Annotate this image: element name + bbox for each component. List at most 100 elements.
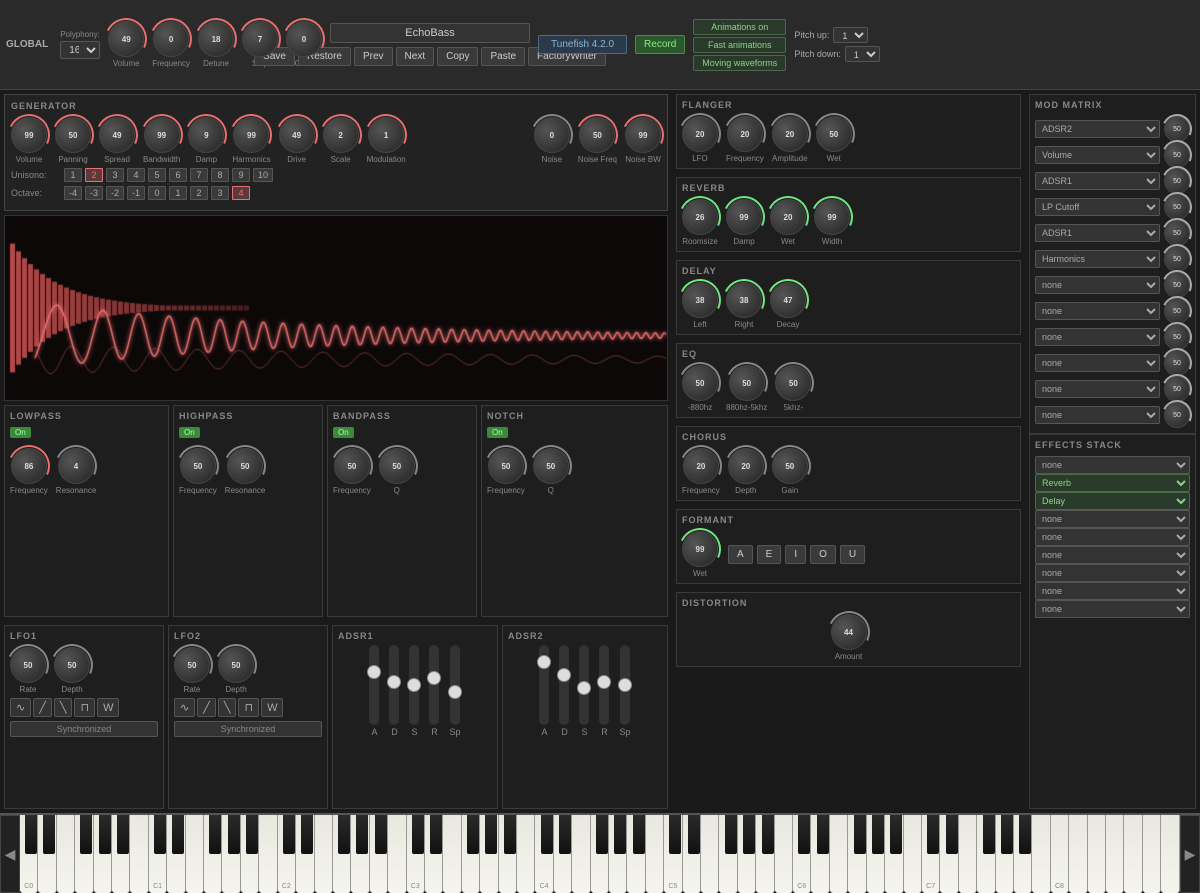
black-key-4[interactable]	[209, 815, 221, 854]
delay-decay-knob[interactable]: 47	[770, 282, 806, 318]
unisono-7[interactable]: 7	[190, 168, 208, 182]
distortion-amount-knob[interactable]: 44	[831, 614, 867, 650]
mod-matrix-select-7[interactable]: none ADSR1ADSR2Volume LP CutoffHarmonics…	[1035, 302, 1160, 320]
effect-select-6[interactable]: none ReverbDelayChorusFlangernone	[1035, 564, 1190, 582]
effect-select-3[interactable]: none ReverbDelayChorusFlangernone	[1035, 510, 1190, 528]
octave-1[interactable]: 1	[169, 186, 187, 200]
mod-matrix-select-4[interactable]: ADSR1 ADSR1ADSR2Volume LP CutoffHarmonic…	[1035, 224, 1160, 242]
black-key-4[interactable]	[246, 815, 258, 854]
white-key-44[interactable]	[830, 815, 848, 893]
lfo1-depth-knob[interactable]: 50	[54, 647, 90, 683]
chorus-gain-knob[interactable]: 50	[772, 448, 808, 484]
mod-matrix-select-1[interactable]: Volume ADSR1ADSR2Volume LP CutoffHarmoni…	[1035, 146, 1160, 164]
octave-n2[interactable]: -2	[106, 186, 124, 200]
white-key-2[interactable]	[57, 815, 75, 893]
animations-on-button[interactable]: Animations on	[693, 19, 786, 35]
black-key-9[interactable]	[338, 815, 350, 854]
lowpass-freq-knob[interactable]: 86	[11, 448, 47, 484]
formant-a-button[interactable]: A	[728, 545, 753, 564]
highpass-res-knob[interactable]: 50	[227, 448, 263, 484]
black-key-34[interactable]	[1019, 815, 1031, 854]
white-key-13[interactable]	[259, 815, 277, 893]
white-key-27[interactable]	[517, 815, 535, 893]
record-button[interactable]: Record	[635, 35, 685, 54]
mod-matrix-knob-3[interactable]: 50	[1164, 194, 1190, 220]
black-key-9[interactable]	[301, 815, 313, 854]
flanger-lfo-knob[interactable]: 20	[682, 116, 718, 152]
white-key-9[interactable]	[186, 815, 204, 893]
white-key-60[interactable]	[1124, 815, 1142, 893]
black-key-14[interactable]	[467, 815, 479, 854]
black-key-9[interactable]	[356, 815, 368, 854]
white-key-56[interactable]: C8	[1051, 815, 1069, 893]
black-key-4[interactable]	[172, 815, 184, 854]
black-key-24[interactable]	[762, 815, 774, 854]
lfo2-sine-btn[interactable]: ∿	[174, 698, 195, 717]
delay-left-knob[interactable]: 38	[682, 282, 718, 318]
paste-button[interactable]: Paste	[481, 47, 525, 66]
effect-select-4[interactable]: none ReverbDelayChorusFlangernone	[1035, 528, 1190, 546]
black-key-14[interactable]	[504, 815, 516, 854]
fast-animations-button[interactable]: Fast animations	[693, 37, 786, 53]
slop-knob[interactable]: 7	[242, 21, 278, 57]
reverb-width-knob[interactable]: 99	[814, 199, 850, 235]
white-key-58[interactable]	[1088, 815, 1106, 893]
mod-matrix-select-2[interactable]: ADSR1 ADSR1ADSR2Volume LP CutoffHarmonic…	[1035, 172, 1160, 190]
black-key-19[interactable]	[541, 815, 553, 854]
lfo1-sine-btn[interactable]: ∿	[10, 698, 31, 717]
gen-modulation-knob[interactable]: 1	[368, 117, 404, 153]
octave-4[interactable]: 4	[232, 186, 250, 200]
mod-matrix-knob-10[interactable]: 50	[1164, 376, 1190, 402]
effect-select-2[interactable]: Delay ReverbDelayChorusFlangernone	[1035, 492, 1190, 510]
piano-scroll-left[interactable]: ◀	[0, 815, 20, 893]
prev-button[interactable]: Prev	[354, 47, 393, 66]
octave-2[interactable]: 2	[190, 186, 208, 200]
gen-damp-knob[interactable]: 9	[188, 117, 224, 153]
mod-matrix-knob-1[interactable]: 50	[1164, 142, 1190, 168]
reverb-roomsize-knob[interactable]: 26	[682, 199, 718, 235]
black-key--1[interactable]	[43, 815, 55, 854]
polyphony-select[interactable]: 168432	[60, 41, 100, 59]
effect-select-7[interactable]: none ReverbDelayChorusFlangernone	[1035, 582, 1190, 600]
copy-button[interactable]: Copy	[437, 47, 478, 66]
gen-harmonics-knob[interactable]: 99	[233, 117, 269, 153]
black-key-19[interactable]	[614, 815, 626, 854]
black-key-14[interactable]	[430, 815, 442, 854]
lfo1-saw-btn[interactable]: ╱	[33, 698, 52, 717]
black-key-24[interactable]	[669, 815, 681, 854]
mod-matrix-knob-7[interactable]: 50	[1164, 298, 1190, 324]
adsr2-d-slider[interactable]	[559, 645, 569, 725]
formant-o-button[interactable]: O	[810, 545, 836, 564]
mod-matrix-select-6[interactable]: none ADSR1ADSR2Volume LP CutoffHarmonics…	[1035, 276, 1160, 294]
effect-select-0[interactable]: none ReverbDelayChorusFlangernone	[1035, 456, 1190, 474]
black-key-19[interactable]	[596, 815, 608, 854]
lfo2-ramp-btn[interactable]: ╲	[218, 698, 237, 717]
mod-matrix-knob-2[interactable]: 50	[1164, 168, 1190, 194]
white-key-55[interactable]	[1032, 815, 1050, 893]
freq-knob[interactable]: 0	[153, 21, 189, 57]
eq-mid-knob[interactable]: 50	[729, 365, 765, 401]
adsr2-s-slider[interactable]	[579, 645, 589, 725]
black-key-19[interactable]	[633, 815, 645, 854]
mod-matrix-knob-5[interactable]: 50	[1164, 246, 1190, 272]
black-key-4[interactable]	[228, 815, 240, 854]
notch-on-badge[interactable]: On	[487, 427, 508, 438]
lfo2-saw-btn[interactable]: ╱	[197, 698, 216, 717]
gen-scale-knob[interactable]: 2	[323, 117, 359, 153]
mod-matrix-knob-11[interactable]: 50	[1164, 402, 1190, 428]
unisono-4[interactable]: 4	[127, 168, 145, 182]
eq-low-knob[interactable]: 50	[682, 365, 718, 401]
formant-i-button[interactable]: I	[785, 545, 806, 564]
unisono-1[interactable]: 1	[64, 168, 82, 182]
white-key-41[interactable]	[775, 815, 793, 893]
lfo1-sync-button[interactable]: Synchronized	[10, 721, 158, 737]
black-key-24[interactable]	[688, 815, 700, 854]
moving-waveforms-button[interactable]: Moving waveforms	[693, 55, 786, 71]
tunefish-button[interactable]: Tunefish 4.2.0	[538, 35, 627, 54]
black-key-14[interactable]	[485, 815, 497, 854]
mod-matrix-knob-4[interactable]: 50	[1164, 220, 1190, 246]
mod-matrix-select-5[interactable]: Harmonics ADSR1ADSR2Volume LP CutoffHarm…	[1035, 250, 1160, 268]
black-key-19[interactable]	[559, 815, 571, 854]
noise-bw-knob[interactable]: 99	[625, 117, 661, 153]
white-key-30[interactable]	[572, 815, 590, 893]
